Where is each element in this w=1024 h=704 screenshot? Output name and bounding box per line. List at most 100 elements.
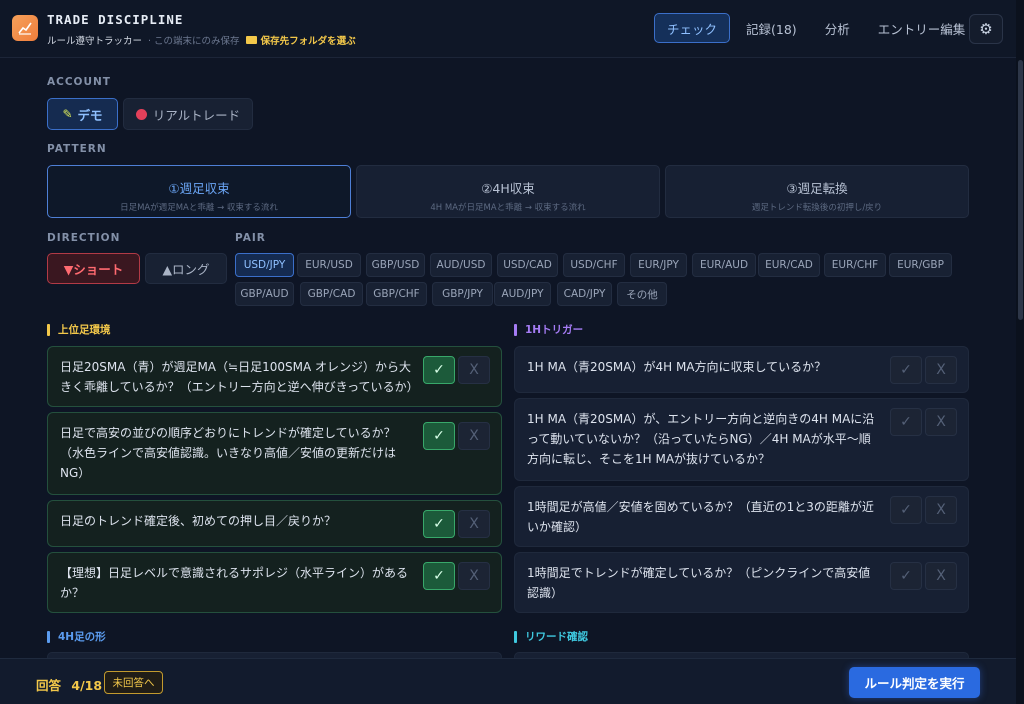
check-yes-button[interactable]: ✓ xyxy=(890,356,922,384)
pair-option[interactable]: AUD/JPY xyxy=(494,282,551,306)
choose-folder-label: 保存先フォルダを選ぶ xyxy=(260,36,356,47)
check-no-button[interactable]: X xyxy=(458,510,490,538)
checklist-question: 1H MA（青20SMA）が、エントリー方向と逆向きの4H MAに沿って動いてい… xyxy=(527,412,875,466)
checklist-question: 【理想】日足レベルで意識されるサポレジ（水平ライン）があるか？ xyxy=(60,566,409,600)
group-bar xyxy=(47,630,50,643)
pair-option[interactable]: EUR/JPY xyxy=(630,253,687,277)
pattern-desc: 日足MAが週足MAと乖離 → 収束する流れ xyxy=(120,203,278,213)
answer-count: 4/18 xyxy=(71,678,103,693)
settings-button[interactable]: ⚙ xyxy=(969,14,1003,44)
check-no-button[interactable]: X xyxy=(925,562,957,590)
tab-records[interactable]: 記録(18) xyxy=(734,13,809,43)
account-real-label: リアルトレード xyxy=(152,107,241,123)
app-subtitle: ルール遵守トラッカー xyxy=(47,36,143,47)
checklist-card-left: 日足で高安の並びの順序どおりにトレンドが確定しているか？（水色ラインで高安値認識… xyxy=(47,412,502,495)
tab-analysis[interactable]: 分析 xyxy=(813,13,862,43)
pair-option[interactable]: GBP/CHF xyxy=(366,282,427,306)
group-title: 1Hトリガー xyxy=(525,324,584,336)
pair-option[interactable]: USD/JPY xyxy=(235,253,294,277)
check-no-button[interactable]: X xyxy=(458,422,490,450)
app-header: TRADE DISCIPLINE ルール遵守トラッカー · この端末にのみ保存 … xyxy=(0,0,1016,58)
pair-option[interactable]: GBP/JPY xyxy=(432,282,493,306)
folder-icon xyxy=(245,36,257,44)
check-no-button[interactable]: X xyxy=(925,496,957,524)
checklist-card-right: 1時間足が高値／安値を固めているか？（直近の1と3の距離が近いか確認） ✓ X xyxy=(514,486,969,547)
choose-folder-link[interactable]: 保存先フォルダを選ぶ xyxy=(245,33,356,47)
direction-long-button[interactable]: ▲ロング xyxy=(145,253,227,284)
pair-option[interactable]: CAD/JPY xyxy=(557,282,612,306)
gear-icon: ⚙ xyxy=(979,20,993,38)
app-logo xyxy=(12,15,38,41)
pair-option[interactable]: EUR/USD xyxy=(297,253,361,277)
group-bar xyxy=(47,323,50,336)
pattern-option-1[interactable]: ①週足収束 日足MAが週足MAと乖離 → 収束する流れ xyxy=(47,165,351,218)
pair-option[interactable]: EUR/CHF xyxy=(824,253,886,277)
check-yes-button[interactable]: ✓ xyxy=(423,422,455,450)
group-heading-higher-tf: 上位足環境 xyxy=(47,322,111,337)
pattern-title: ③週足転換 xyxy=(786,181,848,196)
account-label: ACCOUNT xyxy=(47,76,111,88)
direction-label: DIRECTION xyxy=(47,232,121,244)
check-no-button[interactable]: X xyxy=(925,408,957,436)
checklist-question: 日足で高安の並びの順序どおりにトレンドが確定しているか？（水色ラインで高安値認識… xyxy=(60,426,397,480)
check-yes-button[interactable]: ✓ xyxy=(423,356,455,384)
checklist-card-right: 1時間足でトレンドが確定しているか？（ピンクラインで高安値認識） ✓ X xyxy=(514,552,969,613)
check-yes-button[interactable]: ✓ xyxy=(890,562,922,590)
pattern-option-2[interactable]: ②4H収束 4H MAが日足MAと乖離 → 収束する流れ xyxy=(356,165,660,218)
pair-option[interactable]: USD/CHF xyxy=(563,253,625,277)
group-title: リワード確認 xyxy=(525,631,588,643)
group-heading-1h-trigger: 1Hトリガー xyxy=(514,322,583,337)
answer-progress: 回答 4/18 xyxy=(36,675,102,694)
pattern-title: ①週足収束 xyxy=(168,181,230,196)
tab-check[interactable]: チェック xyxy=(654,13,731,43)
pair-option[interactable]: GBP/USD xyxy=(366,253,425,277)
local-storage-note: · この端末にのみ保存 xyxy=(148,36,240,47)
pair-option[interactable]: EUR/GBP xyxy=(889,253,952,277)
go-unanswered-button[interactable]: 未回答へ xyxy=(104,671,163,694)
group-title: 4H足の形 xyxy=(58,631,106,643)
account-real-button[interactable]: リアルトレード xyxy=(123,98,253,130)
account-demo-label: デモ xyxy=(77,107,103,123)
pair-option[interactable]: GBP/AUD xyxy=(235,282,294,306)
pair-option[interactable]: USD/CAD xyxy=(497,253,558,277)
pattern-desc: 週足トレンド転換後の初押し/戻り xyxy=(751,203,883,213)
direction-short-button[interactable]: ▼ショート xyxy=(47,253,140,284)
group-bar xyxy=(514,630,517,643)
check-yes-button[interactable]: ✓ xyxy=(423,562,455,590)
pair-option[interactable]: AUD/USD xyxy=(430,253,492,277)
tab-entry-edit[interactable]: エントリー編集 xyxy=(866,13,978,43)
answer-label: 回答 xyxy=(36,678,62,693)
pencil-icon: ✎ xyxy=(62,107,73,121)
app-subtitle-row: ルール遵守トラッカー · この端末にのみ保存 保存先フォルダを選ぶ xyxy=(47,33,356,47)
check-yes-button[interactable]: ✓ xyxy=(423,510,455,538)
main-nav: チェック 記録(18) 分析 エントリー編集 xyxy=(654,13,981,43)
red-dot-icon xyxy=(135,108,147,120)
check-yes-button[interactable]: ✓ xyxy=(890,496,922,524)
check-yes-button[interactable]: ✓ xyxy=(890,408,922,436)
checklist-card-left: 【理想】日足レベルで意識されるサポレジ（水平ライン）があるか？ ✓ X xyxy=(47,552,502,613)
pair-option[interactable]: EUR/AUD xyxy=(692,253,756,277)
scrollbar-thumb[interactable] xyxy=(1018,60,1023,320)
chart-icon xyxy=(18,22,32,35)
pattern-desc: 4H MAが日足MAと乖離 → 収束する流れ xyxy=(430,203,586,213)
group-heading-reward: リワード確認 xyxy=(514,629,588,644)
checklist-card-left: 日足のトレンド確定後、初めての押し目／戻りか？ ✓ X xyxy=(47,500,502,547)
group-bar xyxy=(514,323,517,336)
pattern-label: PATTERN xyxy=(47,143,107,155)
group-heading-4h-shape: 4H足の形 xyxy=(47,629,106,644)
pair-label: PAIR xyxy=(235,232,266,244)
checklist-question: 日足20SMA（青）が週足MA（≒日足100SMA オレンジ）から大きく乖離して… xyxy=(60,360,419,394)
pair-option[interactable]: EUR/CAD xyxy=(758,253,820,277)
pair-option[interactable]: GBP/CAD xyxy=(300,282,363,306)
pattern-option-3[interactable]: ③週足転換 週足トレンド転換後の初押し/戻り xyxy=(665,165,969,218)
run-rule-check-button[interactable]: ルール判定を実行 xyxy=(849,667,980,698)
checklist-card-right: 1H MA（青20SMA）が、エントリー方向と逆向きの4H MAに沿って動いてい… xyxy=(514,398,969,481)
pair-option[interactable]: その他 xyxy=(617,282,667,306)
check-no-button[interactable]: X xyxy=(458,356,490,384)
check-no-button[interactable]: X xyxy=(925,356,957,384)
account-demo-button[interactable]: ✎ デモ xyxy=(47,98,118,130)
checklist-question: 1時間足が高値／安値を固めているか？（直近の1と3の距離が近いか確認） xyxy=(527,500,874,534)
checklist-question: 1H MA（青20SMA）が4H MA方向に収束しているか？ xyxy=(527,360,827,374)
check-no-button[interactable]: X xyxy=(458,562,490,590)
pattern-title: ②4H収束 xyxy=(481,181,535,196)
